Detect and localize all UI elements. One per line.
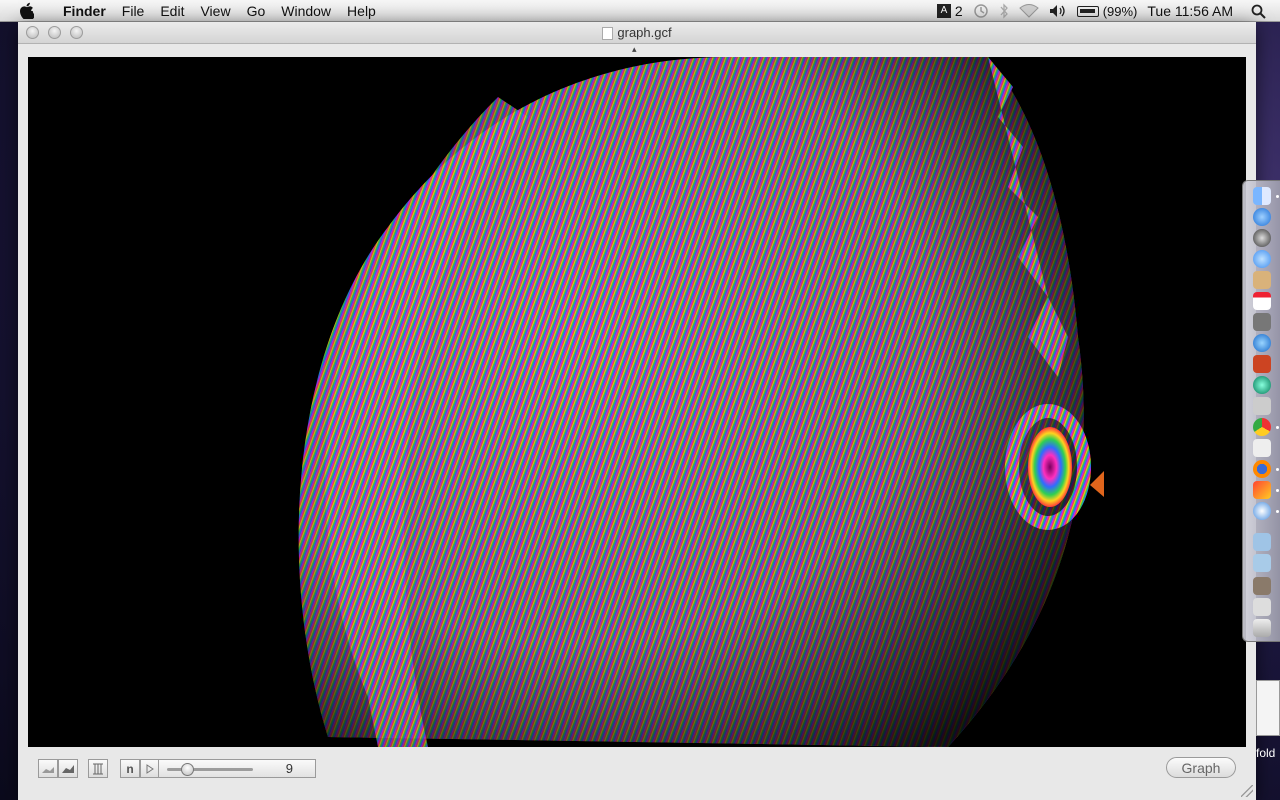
finder-dock-icon[interactable] bbox=[1253, 187, 1271, 205]
n-button[interactable]: n bbox=[120, 759, 140, 778]
slider-value: 9 bbox=[285, 761, 293, 776]
menu-go[interactable]: Go bbox=[239, 0, 274, 22]
firefox-dock-icon[interactable] bbox=[1253, 460, 1271, 478]
volume-icon[interactable] bbox=[1049, 4, 1067, 18]
frame-slider[interactable]: 9 bbox=[158, 759, 316, 778]
bluetooth-icon[interactable] bbox=[999, 3, 1009, 19]
surface-solid-icon bbox=[62, 764, 74, 773]
documents-folder-dock-icon[interactable] bbox=[1253, 554, 1271, 572]
direction-marker bbox=[1090, 471, 1104, 497]
play-icon bbox=[146, 763, 154, 774]
calendar-dock-icon[interactable] bbox=[1253, 292, 1271, 310]
surface-solid-button[interactable] bbox=[58, 759, 78, 778]
running-indicator bbox=[1276, 489, 1279, 492]
running-indicator bbox=[1276, 468, 1279, 471]
resize-grip-icon[interactable] bbox=[1241, 785, 1253, 797]
photos-dock-icon[interactable] bbox=[1253, 355, 1271, 373]
graph-viewport[interactable] bbox=[28, 57, 1246, 747]
battery-icon bbox=[1076, 5, 1099, 17]
downloads-stack-dock-icon[interactable] bbox=[1253, 577, 1271, 595]
wifi-icon[interactable] bbox=[1018, 4, 1039, 18]
status-menus: A 2 (99%) Tue 11:56 AM bbox=[936, 0, 1280, 22]
menu-view[interactable]: View bbox=[192, 0, 238, 22]
messages-dock-icon[interactable] bbox=[1253, 250, 1271, 268]
columns-icon bbox=[93, 763, 103, 774]
dock bbox=[1242, 180, 1280, 642]
adobe-status-item[interactable]: A 2 bbox=[936, 3, 963, 19]
photo-booth-dock-icon[interactable] bbox=[1253, 313, 1271, 331]
graph-button[interactable]: Graph bbox=[1166, 757, 1236, 778]
document-icon[interactable] bbox=[602, 26, 614, 40]
window-title: graph.gcf bbox=[18, 22, 1256, 44]
documents-stack-dock-icon[interactable] bbox=[1253, 598, 1271, 616]
columns-button[interactable] bbox=[88, 759, 108, 778]
adobe-icon: A bbox=[936, 4, 951, 18]
window-titlebar[interactable]: graph.gcf bbox=[18, 22, 1256, 44]
preview-dock-icon[interactable] bbox=[1253, 397, 1271, 415]
animation-button-group: n bbox=[120, 759, 160, 778]
app-store-dock-icon[interactable] bbox=[1253, 208, 1271, 226]
surface-flat-icon bbox=[42, 766, 54, 773]
trash-dock-icon[interactable] bbox=[1253, 619, 1271, 637]
battery-percent: (99%) bbox=[1102, 3, 1138, 19]
running-indicator bbox=[1276, 426, 1279, 429]
contacts-dock-icon[interactable] bbox=[1253, 271, 1271, 289]
menu-finder[interactable]: Finder bbox=[55, 0, 114, 22]
time-machine-icon[interactable] bbox=[973, 3, 989, 19]
desktop-file-label[interactable]: fold bbox=[1256, 746, 1275, 760]
running-indicator bbox=[1276, 510, 1279, 513]
time-machine-dock-icon[interactable] bbox=[1253, 376, 1271, 394]
slider-thumb[interactable] bbox=[181, 763, 194, 776]
graph-surface bbox=[298, 57, 1104, 747]
desktop-file-icon[interactable] bbox=[1256, 680, 1280, 736]
itunes-dock-icon[interactable] bbox=[1253, 334, 1271, 352]
applications-folder-dock-icon[interactable] bbox=[1253, 533, 1271, 551]
launchpad-dock-icon[interactable] bbox=[1253, 229, 1271, 247]
running-indicator bbox=[1276, 195, 1279, 198]
graph-controls: n 9 Graph bbox=[18, 747, 1256, 800]
apple-menu-icon[interactable] bbox=[19, 2, 37, 19]
adobe-count: 2 bbox=[954, 3, 963, 19]
menu-help[interactable]: Help bbox=[339, 0, 384, 22]
play-button[interactable] bbox=[140, 759, 160, 778]
pages-dock-icon[interactable] bbox=[1253, 481, 1271, 499]
spotlight-icon[interactable] bbox=[1251, 4, 1266, 19]
columns-button-group bbox=[88, 759, 108, 778]
view-button-group bbox=[38, 759, 78, 778]
slider-track bbox=[167, 768, 253, 771]
menu-window[interactable]: Window bbox=[273, 0, 339, 22]
chrome-dock-icon[interactable] bbox=[1253, 418, 1271, 436]
photo-app-dock-icon[interactable] bbox=[1253, 439, 1271, 457]
graph-window: graph.gcf ▴ n 9 Graph bbox=[18, 22, 1256, 800]
surface-flat-button[interactable] bbox=[38, 759, 58, 778]
menu-bar: Finder File Edit View Go Window Help A 2… bbox=[0, 0, 1280, 22]
battery-status[interactable]: (99%) bbox=[1076, 3, 1138, 19]
window-title-text: graph.gcf bbox=[617, 25, 672, 40]
toolbar-toggle-icon[interactable]: ▴ bbox=[632, 44, 637, 55]
menu-file[interactable]: File bbox=[114, 0, 153, 22]
menu-edit[interactable]: Edit bbox=[152, 0, 192, 22]
menubar-clock[interactable]: Tue 11:56 AM bbox=[1147, 3, 1233, 19]
safari-dock-icon[interactable] bbox=[1253, 502, 1271, 520]
